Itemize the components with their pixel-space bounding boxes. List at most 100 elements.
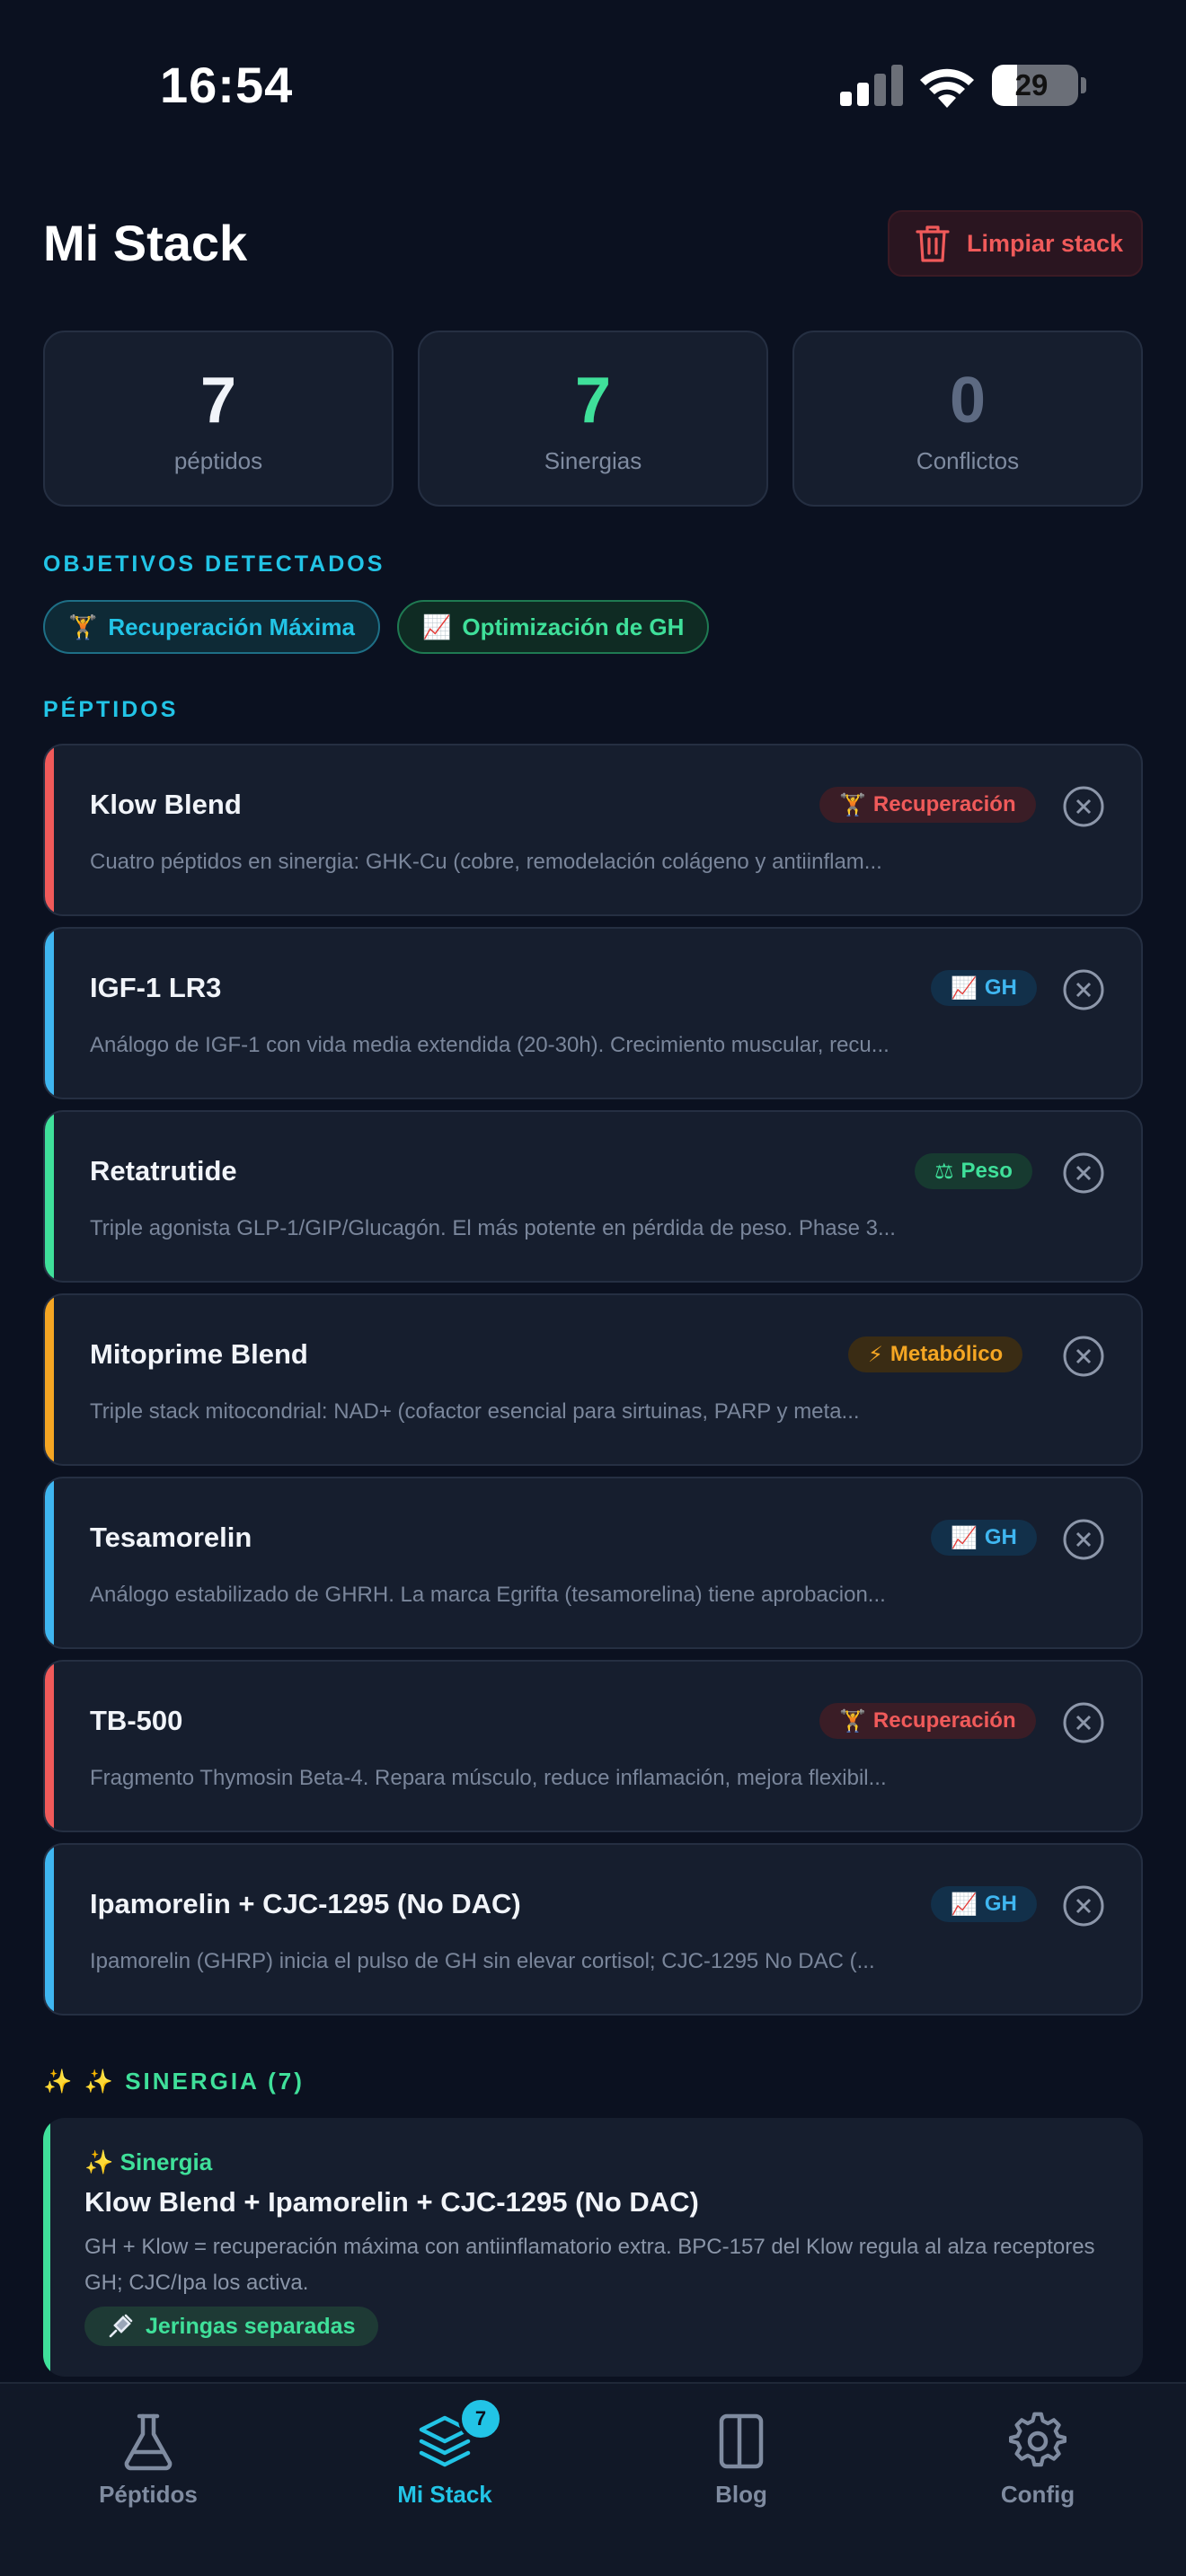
battery-tip [1081,77,1086,93]
category-badge-label: GH [984,1525,1017,1549]
category-badge-label: GH [984,975,1017,1000]
stat-value: 0 [949,365,987,437]
nav-item-peptides[interactable]: Péptidos [0,2384,296,2527]
peptide-card-igf-1-lr3[interactable]: IGF-1 LR3 📈 GH Análogo de IGF-1 con vida… [43,927,1143,1099]
cellular-signal-icon [840,65,903,106]
chart-increasing-icon: 📈 [951,1525,978,1550]
status-bar: 16:54 29 [0,0,1186,171]
peptide-card-retatrutide[interactable]: Retatrutide ⚖ Peso Triple agonista GLP-1… [43,1110,1143,1283]
wifi-icon [920,68,974,108]
syringe-icon [109,2314,133,2338]
category-badge: 🏋 Recuperación [819,1703,1036,1739]
stat-card-conflicts: 0 Conflictos [792,331,1143,507]
nav-item-blog[interactable]: Blog [593,2384,890,2527]
peptide-card-klow-blend[interactable]: Klow Blend 🏋 Recuperación Cuatro péptido… [43,744,1143,916]
separate-syringes-label: Jeringas separadas [146,2313,356,2339]
category-badge-label: GH [984,1892,1017,1916]
category-badge: ⚡ Metabólico [848,1337,1023,1372]
card-accent-bar [43,2118,50,2377]
stat-value: 7 [199,365,237,437]
weightlifter-icon: 🏋 [839,792,866,817]
goal-chip-recovery[interactable]: 🏋 Recuperación Máxima [43,600,380,654]
category-badge-label: Recuperación [872,792,1016,816]
peptide-name: TB-500 [90,1705,183,1736]
category-badge: 🏋 Recuperación [819,787,1036,823]
status-time: 16:54 [160,57,294,113]
peptide-description: Fragmento Thymosin Beta-4. Repara múscul… [90,1766,887,1790]
peptide-name: Ipamorelin + CJC-1295 (No DAC) [90,1888,521,1919]
goals-heading: OBJETIVOS DETECTADOS [43,551,385,577]
peptide-description: Cuatro péptidos en sinergia: GHK-Cu (cob… [90,850,882,874]
category-badge: 📈 GH [931,1886,1037,1922]
peptide-description: Ipamorelin (GHRP) inicia el pulso de GH … [90,1949,875,1973]
peptide-description: Triple agonista GLP-1/GIP/Glucagón. El m… [90,1216,896,1240]
nav-label: Blog [715,2481,767,2508]
page-title: Mi Stack [43,215,248,271]
nav-label: Mi Stack [397,2481,492,2508]
peptide-description: Análogo de IGF-1 con vida media extendid… [90,1033,890,1057]
weightlifter-icon: 🏋 [68,613,98,640]
clear-stack-button[interactable]: Limpiar stack [888,210,1143,277]
peptide-card-tesamorelin[interactable]: Tesamorelin 📈 GH Análogo estabilizado de… [43,1477,1143,1649]
synergy-description: GH + Klow = recuperación máxima con anti… [84,2235,1095,2295]
synergy-title: Klow Blend + Ipamorelin + CJC-1295 (No D… [84,2186,699,2218]
category-badge-label: Recuperación [872,1708,1016,1733]
stat-value: 7 [574,365,612,437]
category-badge: 📈 GH [931,1520,1037,1556]
gear-icon [1009,2412,1067,2467]
battery-icon: 29 [992,65,1078,106]
peptide-name: Klow Blend [90,789,242,820]
balance-scale-icon: ⚖ [934,1159,954,1184]
remove-peptide-icon[interactable] [1062,1151,1105,1195]
peptide-name: Mitoprime Blend [90,1338,308,1370]
separate-syringes-chip: Jeringas separadas [84,2307,379,2346]
stat-label: Sinergias [544,447,642,474]
battery-percent: 29 [1014,68,1049,101]
nav-item-config[interactable]: Config [890,2384,1186,2527]
chart-increasing-icon: 📈 [951,1892,978,1917]
card-accent-bar [45,1662,54,1831]
remove-peptide-icon[interactable] [1062,1518,1105,1561]
trash-icon [916,225,950,262]
stat-card-peptides: 7 péptidos [43,331,394,507]
category-badge-label: Peso [960,1159,1013,1183]
card-accent-bar [45,1112,54,1281]
peptide-name: Tesamorelin [90,1522,252,1553]
goal-chip-label: Optimización de GH [462,613,685,640]
book-icon [719,2413,764,2469]
card-accent-bar [45,745,54,914]
clear-stack-label: Limpiar stack [967,229,1124,257]
remove-peptide-icon[interactable] [1062,1335,1105,1378]
nav-label: Péptidos [99,2481,198,2508]
bottom-nav: Péptidos 7 Mi Stack Blog Config [0,2382,1186,2576]
peptide-card-tb-500[interactable]: TB-500 🏋 Recuperación Fragmento Thymosin… [43,1660,1143,1832]
weightlifter-icon: 🏋 [839,1708,866,1734]
goal-chip-label: Recuperación Máxima [108,613,355,640]
synergy-card[interactable]: ✨ Sinergia Klow Blend + Ipamorelin + CJC… [43,2118,1143,2377]
peptide-description: Triple stack mitocondrial: NAD+ (cofacto… [90,1399,860,1424]
synergy-heading: ✨ ✨ SINERGIA (7) [43,2068,305,2095]
nav-label: Config [1000,2481,1075,2508]
peptide-card-ipamorelin-cjc-1295[interactable]: Ipamorelin + CJC-1295 (No DAC) 📈 GH Ipam… [43,1843,1143,2016]
lightning-icon: ⚡ [868,1342,883,1367]
goal-chip-gh[interactable]: 📈 Optimización de GH [397,600,710,654]
peptide-name: Retatrutide [90,1155,237,1187]
remove-peptide-icon[interactable] [1062,1884,1105,1928]
card-accent-bar [45,1295,54,1464]
remove-peptide-icon[interactable] [1062,968,1105,1011]
category-badge: ⚖ Peso [915,1153,1032,1189]
stack-count-badge: 7 [458,2396,503,2441]
stat-label: Conflictos [916,447,1020,474]
chart-increasing-icon: 📈 [951,975,978,1001]
peptides-heading: PÉPTIDOS [43,697,179,722]
peptide-name: IGF-1 LR3 [90,972,222,1003]
peptide-description: Análogo estabilizado de GHRH. La marca E… [90,1583,886,1607]
remove-peptide-icon[interactable] [1062,1701,1105,1744]
category-badge: 📈 GH [931,970,1037,1006]
chart-increasing-icon: 📈 [422,613,452,640]
nav-item-mi-stack[interactable]: 7 Mi Stack [296,2384,593,2527]
stat-label: péptidos [173,447,263,474]
peptide-card-mitoprime-blend[interactable]: Mitoprime Blend ⚡ Metabólico Triple stac… [43,1293,1143,1466]
category-badge-label: Metabólico [890,1342,1004,1366]
remove-peptide-icon[interactable] [1062,785,1105,828]
